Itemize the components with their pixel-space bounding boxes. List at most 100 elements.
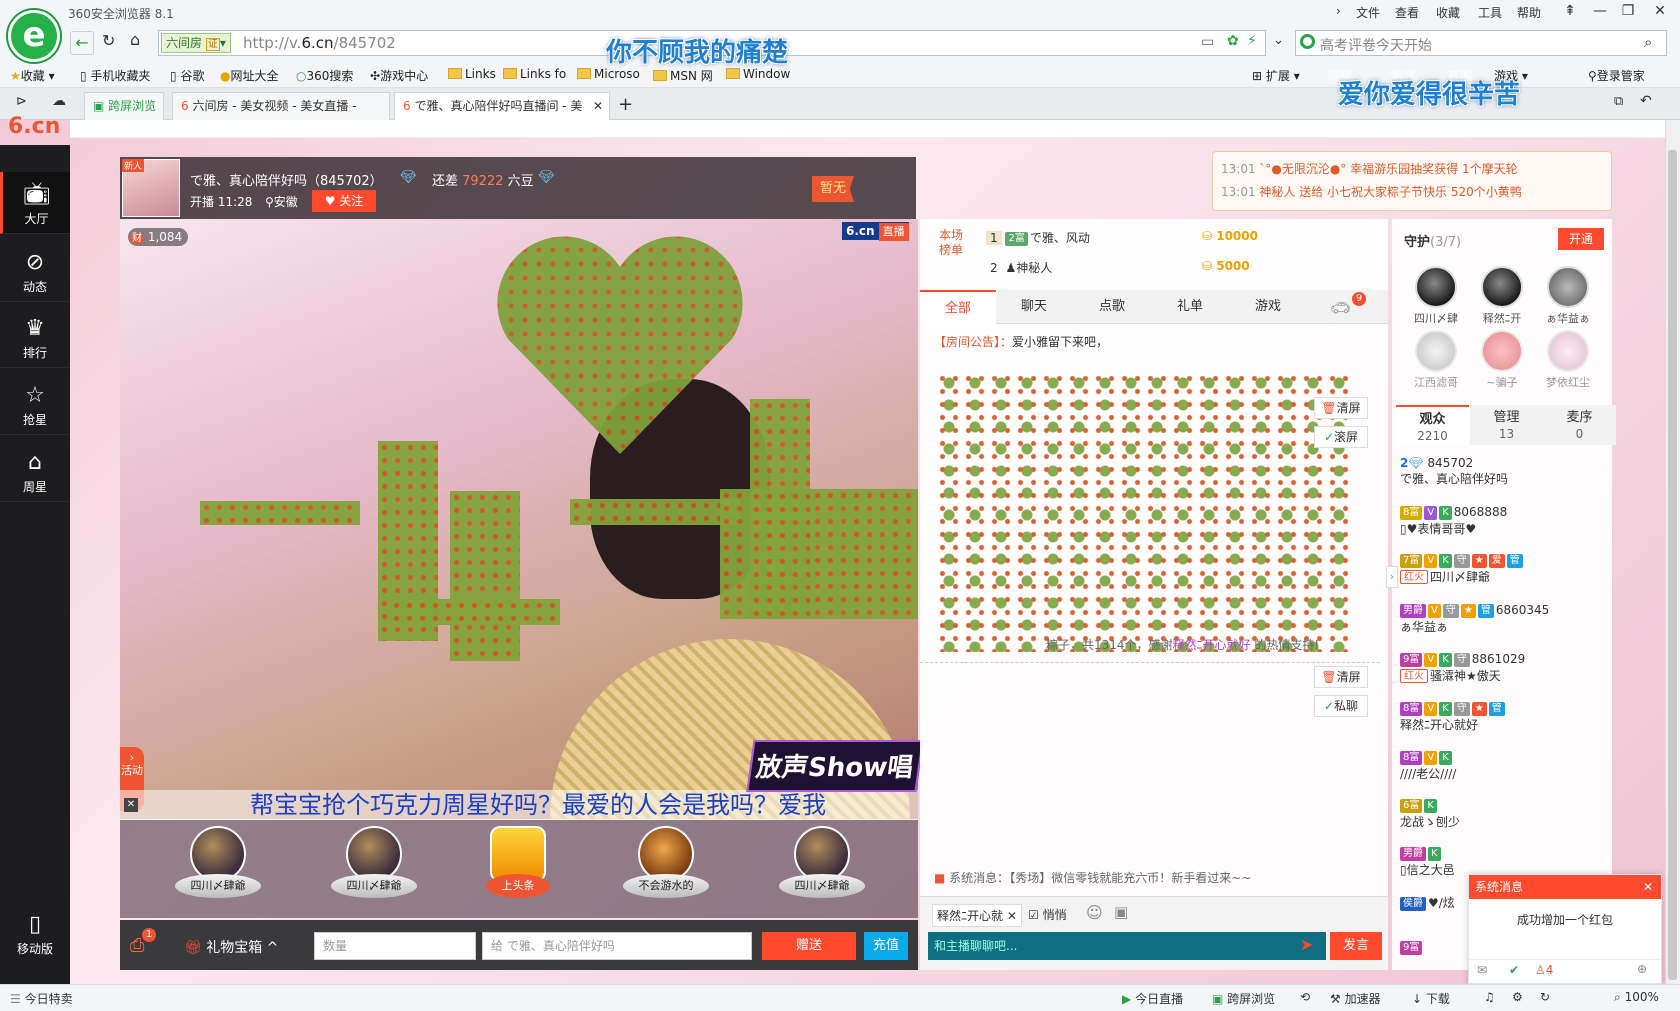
fav-microsoft[interactable]: Microso <box>577 67 640 81</box>
nav-mobile[interactable]: ▯ 移动版 <box>0 910 70 972</box>
address-dropdown-icon[interactable]: ⌄ <box>1273 33 1284 48</box>
status-sound-icon[interactable]: ♫ <box>1484 990 1495 1004</box>
guard-member[interactable]: 江西滤哥 <box>1408 330 1464 400</box>
close-icon[interactable]: ✕ <box>1007 909 1017 923</box>
maximize-button[interactable]: ❐ <box>1613 0 1643 24</box>
guard-member[interactable]: 梦依红尘 <box>1540 330 1596 400</box>
audience-row[interactable]: 7富 V K 守 ★ 爱管红火 四川〆肆爺 <box>1400 553 1605 585</box>
url-text[interactable]: http://v.6.cn/845702 <box>243 34 396 52</box>
menu-tools[interactable]: 工具 <box>1478 4 1502 21</box>
guard-member[interactable]: 四川〆肆 <box>1408 266 1464 336</box>
status-today-live[interactable]: ▶ 今日直播 <box>1122 990 1183 1007</box>
tab-games[interactable]: 游戏 <box>1230 290 1306 324</box>
close-window-button[interactable]: ✕ <box>1645 0 1675 24</box>
private-chat-toggle[interactable]: ✓私聊 <box>1314 695 1368 717</box>
nav-week-star[interactable]: ⌂ 周星 <box>0 440 70 502</box>
seat-item[interactable]: 四川〆肆爺 <box>774 826 870 916</box>
pin-icon[interactable]: ⇞ <box>1555 0 1585 24</box>
fav-360search[interactable]: ○360搜索 <box>296 67 353 84</box>
nav-rank[interactable]: ♛ 排行 <box>0 306 70 368</box>
gift-line-user[interactable]: 释然ﾆ开心就好 <box>1173 638 1251 652</box>
chat-target[interactable]: 释然ﾆ开心就 ✕ <box>932 904 1022 927</box>
gift-box-button[interactable]: 🎁︎ 礼物宝箱 ^ <box>184 937 278 957</box>
search-icon[interactable]: ⌕ <box>1644 33 1652 51</box>
close-tab-icon[interactable]: ✕ <box>593 93 603 119</box>
close-marquee-icon[interactable]: ✕ <box>124 798 138 812</box>
audience-row[interactable]: 8富 V K 守 ★ 管释然ﾆ开心就好 <box>1400 701 1605 733</box>
send-gift-button[interactable]: 赠送 <box>762 932 856 960</box>
fav-google[interactable]: ▯ 谷歌 <box>170 67 204 84</box>
status-history-icon[interactable]: ⟲ <box>1300 990 1310 1004</box>
seat-item[interactable]: 四川〆肆爺 <box>170 826 266 916</box>
seat-item[interactable]: 上头条 <box>470 826 566 916</box>
mail-icon[interactable]: ✉ <box>1477 963 1487 977</box>
tool-login-manager[interactable]: ⚲登录管家 <box>1588 67 1645 84</box>
sidebar-toggle-icon[interactable]: ⊳ <box>16 94 27 109</box>
refresh-button[interactable]: ↻ <box>102 31 115 50</box>
whisper-checkbox[interactable]: ☑ 悄悄 <box>1028 906 1067 923</box>
nav-hall[interactable]: 📺︎ 大厅 <box>0 172 70 234</box>
fav-games[interactable]: ✣游戏中心 <box>370 67 428 84</box>
user-icon[interactable]: ♙4 <box>1535 963 1553 977</box>
quantity-input[interactable]: 数量 <box>314 932 476 960</box>
menu-file[interactable]: 文件 <box>1356 4 1380 21</box>
guard-member[interactable]: ぁ华益ぁ <box>1540 266 1596 336</box>
home-button[interactable]: ⌂ <box>130 30 140 49</box>
rank-row[interactable]: 2 ♟神秘人 ⛁ 5000 <box>986 259 1346 276</box>
status-cross-screen[interactable]: ▣ 跨屏浏览 <box>1212 990 1275 1007</box>
tab-chat[interactable]: 聊天 <box>996 290 1072 324</box>
image-icon[interactable]: ▣ <box>1114 903 1128 921</box>
back-button[interactable]: ← <box>70 31 94 55</box>
clear-private-button[interactable]: 🗑︎清屏 <box>1314 666 1368 688</box>
audience-row[interactable]: 2💎︎ 845702 で雅、真心陪伴好吗 <box>1400 456 1605 487</box>
recipient-select[interactable]: 给 で雅、真心陪伴好吗 <box>482 932 752 960</box>
audience-row[interactable]: 男爵 V 守 ★ 管 6860345 ぁ华益ぁ <box>1400 603 1605 635</box>
audience-row[interactable]: 8富 V K 8068888 ▯♥表情哥哥♥ <box>1400 505 1605 537</box>
tab-mic-queue[interactable]: 麦序 0 <box>1543 405 1616 445</box>
audience-row[interactable]: 6富 K 龙战ゝ刨少 <box>1400 798 1605 830</box>
search-box[interactable]: 高考评卷今天开始 ⌕ <box>1295 30 1667 56</box>
clear-screen-button[interactable]: 🗑︎清屏 <box>1314 397 1368 419</box>
audience-row[interactable]: 9富 V K 守 8861029 红火 骚瀮神★傲天 <box>1400 652 1605 684</box>
status-accelerator[interactable]: ⚒ 加速器 <box>1330 990 1381 1007</box>
menu-view[interactable]: 查看 <box>1395 4 1419 21</box>
audience-row[interactable]: 8富 V K ////老公//// <box>1400 750 1605 782</box>
fav-msn[interactable]: MSN 网 <box>653 67 713 84</box>
nav-grab-star[interactable]: ☆ 抢星 <box>0 373 70 435</box>
fav-hao[interactable]: ●网址大全 <box>220 67 279 84</box>
tab-managers[interactable]: 管理 13 <box>1470 405 1543 445</box>
guard-member[interactable]: 释然ﾆ开 <box>1474 266 1530 336</box>
site-identity-badge[interactable]: 六间房 证 ▾ <box>161 33 231 53</box>
fav-windows[interactable]: Window <box>726 67 790 81</box>
security-icon[interactable]: ✿ <box>1227 33 1239 49</box>
undo-close-icon[interactable]: ↶ <box>1640 93 1652 109</box>
status-download[interactable]: ↓ 下载 <box>1412 990 1450 1007</box>
collapse-panel-icon[interactable]: › <box>1386 566 1398 588</box>
follow-button[interactable]: ♥ 关注 <box>312 190 376 212</box>
close-icon[interactable]: ✕ <box>1643 875 1653 899</box>
status-sync-icon[interactable]: ↻ <box>1540 990 1550 1004</box>
zoom-icon[interactable]: ⊕ <box>1637 962 1647 976</box>
video-player[interactable]: 财 1,084 6.cn 直播 › 活动 <box>120 219 918 819</box>
cloud-icon[interactable]: ☁ <box>52 93 66 109</box>
guard-member[interactable]: ~骗子 <box>1474 330 1530 400</box>
tab-6cn-home[interactable]: 6 六间房 - 美女视频 - 美女直播 - <box>172 92 390 120</box>
seat-item[interactable]: 四川〆肆爺 <box>326 826 422 916</box>
zoom-level[interactable]: ⌕ 100% <box>1614 990 1659 1005</box>
tab-live-room[interactable]: 6 で雅、真心陪伴好吗直播间 - 美 ✕ <box>394 92 610 121</box>
fav-links[interactable]: Links <box>448 67 496 81</box>
chat-input[interactable]: 和主播聊聊吧... <box>928 932 1326 960</box>
tab-all[interactable]: 全部 <box>920 290 996 324</box>
search-input[interactable]: 高考评卷今天开始 <box>1320 35 1432 55</box>
site-logo[interactable]: 6.cn <box>8 114 60 139</box>
fav-links-fo[interactable]: Links fo <box>503 67 566 81</box>
fav-collect[interactable]: ★收藏 ▾ <box>10 67 55 84</box>
minimize-button[interactable]: — <box>1585 0 1615 24</box>
recharge-button[interactable]: 充值 <box>864 932 908 960</box>
search-engine-icon[interactable] <box>1300 34 1315 49</box>
tab-audience[interactable]: 观众 2210 <box>1396 405 1469 445</box>
check-circle-icon[interactable]: ✔ <box>1509 963 1519 977</box>
browser-logo-icon[interactable]: e <box>8 10 60 62</box>
tab-cross-screen[interactable]: ▣ 跨屏浏览 <box>84 92 164 120</box>
open-guard-button[interactable]: 开通 <box>1558 228 1604 250</box>
